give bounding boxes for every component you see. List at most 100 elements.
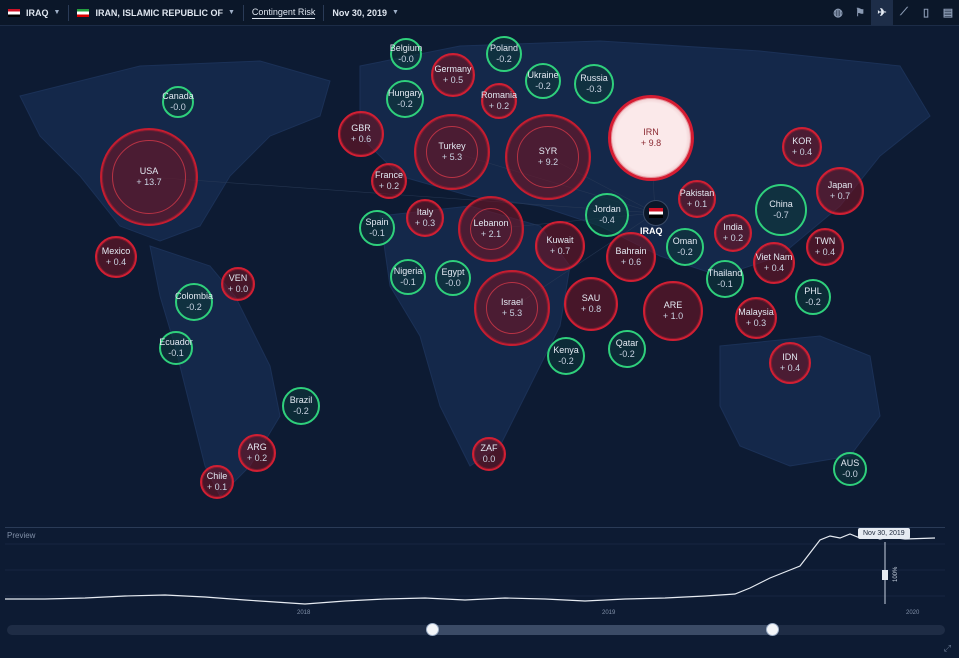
country-bubble-israel[interactable]: Israel + 5.3 bbox=[474, 270, 550, 346]
country-bubble-gbr[interactable]: GBR + 0.6 bbox=[338, 111, 384, 157]
resize-icon[interactable]: ⤢ bbox=[944, 643, 951, 654]
country-bubble-germany[interactable]: Germany + 0.5 bbox=[431, 53, 475, 97]
country-bubble-kor[interactable]: KOR + 0.4 bbox=[782, 127, 822, 167]
country-bubble-russia[interactable]: Russia -0.3 bbox=[574, 64, 614, 104]
country-bubble-hungary[interactable]: Hungary -0.2 bbox=[386, 80, 424, 118]
date-selector[interactable]: Nov 30, 2019 ▼ bbox=[324, 0, 406, 25]
bubble-country-label: Italy bbox=[416, 207, 434, 217]
country-bubble-colombia[interactable]: Colombia -0.2 bbox=[175, 283, 213, 321]
country-bubble-aus[interactable]: AUS -0.0 bbox=[833, 452, 867, 486]
country-bubble-egypt[interactable]: Egypt -0.0 bbox=[435, 260, 471, 296]
country-bubble-bahrain[interactable]: Bahrain + 0.6 bbox=[606, 232, 656, 282]
bubble-risk-value: -0.2 bbox=[293, 406, 309, 416]
country-bubble-jordan[interactable]: Jordan -0.4 bbox=[585, 193, 629, 237]
chevron-down-icon: ▼ bbox=[227, 9, 235, 16]
chevron-down-icon: ▼ bbox=[53, 9, 61, 16]
bubble-country-label: SAU bbox=[581, 293, 601, 303]
bubble-risk-value: + 0.6 bbox=[350, 134, 372, 144]
iran-flag-icon bbox=[77, 8, 90, 17]
country-bubble-ecuador[interactable]: Ecuador -0.1 bbox=[159, 331, 193, 365]
bubble-risk-value: -0.2 bbox=[619, 349, 635, 359]
country-bubble-chile[interactable]: Chile + 0.1 bbox=[200, 465, 234, 499]
country-label: IRAQ bbox=[26, 7, 49, 18]
country-bubble-kenya[interactable]: Kenya -0.2 bbox=[547, 337, 585, 375]
bubble-country-label: Nigeria bbox=[393, 266, 423, 276]
country-bubble-viet-nam[interactable]: Viet Nam + 0.4 bbox=[753, 242, 795, 284]
country-bubble-italy[interactable]: Italy + 0.3 bbox=[406, 199, 444, 237]
bubble-country-label: ARG bbox=[247, 442, 267, 452]
bubble-country-label: Lebanon bbox=[473, 218, 509, 228]
country-bubble-romania[interactable]: Romania + 0.2 bbox=[481, 83, 517, 119]
country-bubble-france[interactable]: France + 0.2 bbox=[371, 163, 407, 199]
country-bubble-zaf[interactable]: ZAF 0.0 bbox=[472, 437, 506, 471]
document-icon[interactable]: ▤ bbox=[937, 0, 959, 25]
country-bubble-india[interactable]: India + 0.2 bbox=[714, 214, 752, 252]
country-bubble-irn[interactable]: IRN + 9.8 bbox=[608, 95, 694, 181]
country-bubble-malaysia[interactable]: Malaysia + 0.3 bbox=[735, 297, 777, 339]
range-end-handle[interactable] bbox=[766, 623, 779, 636]
country-bubble-mexico[interactable]: Mexico + 0.4 bbox=[95, 236, 137, 278]
bubble-country-label: Malaysia bbox=[738, 307, 774, 317]
bubble-country-label: Colombia bbox=[174, 291, 214, 301]
country-bubble-ven[interactable]: VEN + 0.0 bbox=[221, 267, 255, 301]
bubble-risk-value: + 0.4 bbox=[779, 363, 801, 373]
bubble-country-label: Germany bbox=[434, 64, 472, 74]
country-bubble-syr[interactable]: SYR + 9.2 bbox=[505, 114, 591, 200]
country-bubble-qatar[interactable]: Qatar -0.2 bbox=[608, 330, 646, 368]
country-bubble-belgium[interactable]: Belgium -0.0 bbox=[390, 38, 422, 70]
bubble-risk-value: + 9.8 bbox=[640, 138, 662, 148]
line-chart-icon[interactable]: ⟋ bbox=[893, 0, 915, 25]
country-bubble-lebanon[interactable]: Lebanon + 2.1 bbox=[458, 196, 524, 262]
bubble-risk-value: + 0.8 bbox=[580, 304, 602, 314]
country-bubble-oman[interactable]: Oman -0.2 bbox=[666, 228, 704, 266]
country-bubble-arg[interactable]: ARG + 0.2 bbox=[238, 434, 276, 472]
country-bubble-poland[interactable]: Poland -0.2 bbox=[486, 36, 522, 72]
bubble-country-label: PHL bbox=[804, 286, 822, 296]
country-selector[interactable]: IRAQ ▼ bbox=[0, 0, 68, 25]
plane-icon[interactable]: ✈ bbox=[871, 0, 893, 25]
bubble-country-label: Brazil bbox=[289, 395, 313, 405]
partner-selector[interactable]: IRAN, ISLAMIC REPUBLIC OF ▼ bbox=[69, 0, 242, 25]
tab-contingent-risk[interactable]: Contingent Risk bbox=[244, 0, 324, 25]
bubble-risk-value: + 1.0 bbox=[662, 311, 684, 321]
bubble-risk-value: -0.1 bbox=[168, 348, 184, 358]
timeline-preview[interactable]: Preview Nov 30, 2019 2018 2019 2020 100% bbox=[5, 527, 945, 620]
cursor-handle[interactable] bbox=[882, 570, 888, 580]
country-bubble-ukraine[interactable]: Ukraine -0.2 bbox=[525, 63, 561, 99]
bubble-risk-value: + 0.2 bbox=[488, 101, 510, 111]
bubble-country-label: Thailand bbox=[707, 268, 743, 278]
country-bubble-brazil[interactable]: Brazil -0.2 bbox=[282, 387, 320, 425]
country-bubble-phl[interactable]: PHL -0.2 bbox=[795, 279, 831, 315]
bubble-country-label: Poland bbox=[489, 43, 519, 53]
country-bubble-kuwait[interactable]: Kuwait + 0.7 bbox=[535, 221, 585, 271]
bubble-risk-value: -0.2 bbox=[558, 356, 574, 366]
year-label-2020: 2020 bbox=[906, 610, 920, 616]
bubble-risk-value: + 0.2 bbox=[722, 233, 744, 243]
range-start-handle[interactable] bbox=[426, 623, 439, 636]
bookmark-icon[interactable]: ▯ bbox=[915, 0, 937, 25]
country-bubble-twn[interactable]: TWN + 0.4 bbox=[806, 228, 844, 266]
globe-icon[interactable]: ◍ bbox=[827, 0, 849, 25]
bubble-risk-value: -0.2 bbox=[496, 54, 512, 64]
country-bubble-japan[interactable]: Japan + 0.7 bbox=[816, 167, 864, 215]
bubble-country-label: Japan bbox=[827, 180, 853, 190]
country-bubble-usa[interactable]: USA + 13.7 bbox=[100, 128, 198, 226]
flag-icon[interactable]: ⚑ bbox=[849, 0, 871, 25]
country-bubble-idn[interactable]: IDN + 0.4 bbox=[769, 342, 811, 384]
iraq-marker[interactable] bbox=[643, 200, 669, 226]
bubble-country-label: Chile bbox=[206, 471, 228, 481]
bubble-risk-value: -0.7 bbox=[773, 210, 789, 220]
country-bubble-are[interactable]: ARE + 1.0 bbox=[643, 281, 703, 341]
country-bubble-nigeria[interactable]: Nigeria -0.1 bbox=[390, 259, 426, 295]
partner-label: IRAN, ISLAMIC REPUBLIC OF bbox=[95, 7, 223, 18]
country-bubble-canada[interactable]: Canada -0.0 bbox=[162, 86, 194, 118]
country-bubble-thailand[interactable]: Thailand -0.1 bbox=[706, 260, 744, 298]
country-bubble-china[interactable]: China -0.7 bbox=[755, 184, 807, 236]
country-bubble-turkey[interactable]: Turkey + 5.3 bbox=[414, 114, 490, 190]
country-bubble-spain[interactable]: Spain -0.1 bbox=[359, 210, 395, 246]
country-bubble-sau[interactable]: SAU + 0.8 bbox=[564, 277, 618, 331]
country-bubble-pakistan[interactable]: Pakistan + 0.1 bbox=[678, 180, 716, 218]
bubble-risk-value: + 0.1 bbox=[206, 482, 228, 492]
bubble-risk-value: -0.2 bbox=[677, 247, 693, 257]
timeline-scrollbar-thumb[interactable] bbox=[432, 625, 772, 635]
